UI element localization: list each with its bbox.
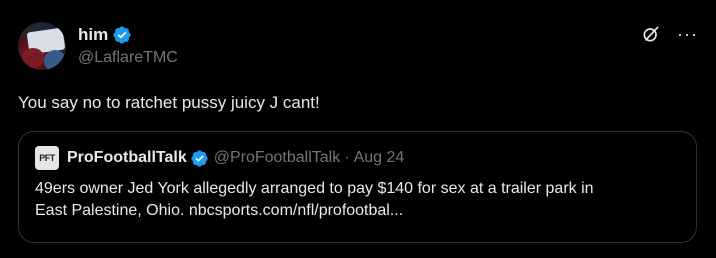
author-name-row: him bbox=[78, 24, 178, 46]
post-text: You say no to ratchet pussy juicy J cant… bbox=[18, 93, 320, 112]
quoted-text-line: East Palestine, Ohio. nbcsports.com/nfl/… bbox=[35, 202, 404, 219]
avatar-image-part bbox=[22, 48, 44, 68]
author-handle[interactable]: @LaflareTMC bbox=[78, 49, 178, 67]
author-display-name[interactable]: him bbox=[78, 25, 108, 45]
more-options-icon[interactable]: ··· bbox=[677, 24, 698, 44]
grok-slash-circle-icon[interactable] bbox=[641, 24, 661, 44]
quoted-verified-badge-icon bbox=[190, 149, 209, 168]
quoted-post-card[interactable]: PFT ProFootballTalk @ProFootballTalk · A… bbox=[18, 131, 697, 243]
quoted-post-date: Aug 24 bbox=[353, 149, 405, 166]
avatar-image-part bbox=[44, 50, 66, 70]
quoted-author-avatar: PFT bbox=[35, 146, 59, 170]
author-avatar[interactable] bbox=[18, 22, 66, 70]
quoted-text-line: 49ers owner Jed York allegedly arranged … bbox=[35, 180, 594, 197]
quoted-author-handle: @ProFootballTalk bbox=[213, 149, 341, 166]
post-container[interactable]: him @LaflareTMC ··· You say no to ratche… bbox=[0, 0, 716, 258]
quoted-post-text: 49ers owner Jed York allegedly arranged … bbox=[35, 178, 680, 222]
quoted-post-header: PFT ProFootballTalk @ProFootballTalk · A… bbox=[35, 146, 680, 170]
post-top-actions: ··· bbox=[641, 24, 698, 44]
quoted-separator: · bbox=[344, 149, 350, 166]
verified-badge-icon[interactable] bbox=[112, 25, 132, 45]
quoted-author-display-name: ProFootballTalk bbox=[67, 149, 187, 166]
post-header: him @LaflareTMC bbox=[78, 24, 178, 67]
